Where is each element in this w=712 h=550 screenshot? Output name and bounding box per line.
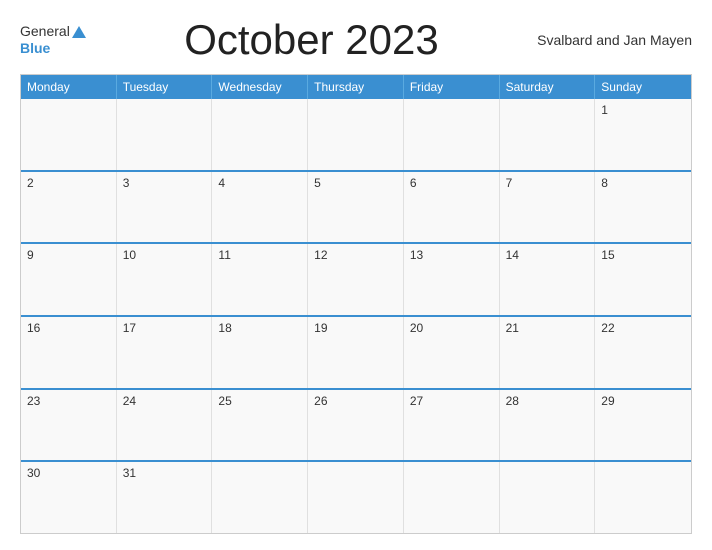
calendar-cell: 28 <box>500 390 596 461</box>
day-number: 27 <box>410 394 423 408</box>
day-number: 8 <box>601 176 608 190</box>
week-row-3: 16 17 18 19 20 21 22 <box>21 315 691 388</box>
calendar-cell: 2 <box>21 172 117 243</box>
calendar-cell: 4 <box>212 172 308 243</box>
calendar-cell <box>308 462 404 533</box>
calendar-cell: 1 <box>595 99 691 170</box>
calendar-cell: 11 <box>212 244 308 315</box>
calendar-cell <box>212 99 308 170</box>
week-row-4: 23 24 25 26 27 28 29 <box>21 388 691 461</box>
calendar: MondayTuesdayWednesdayThursdayFridaySatu… <box>20 74 692 534</box>
day-number: 18 <box>218 321 231 335</box>
day-number: 12 <box>314 248 327 262</box>
calendar-cell <box>21 99 117 170</box>
calendar-cell: 22 <box>595 317 691 388</box>
calendar-cell: 23 <box>21 390 117 461</box>
calendar-cell: 31 <box>117 462 213 533</box>
day-number: 10 <box>123 248 136 262</box>
calendar-cell: 20 <box>404 317 500 388</box>
calendar-cell: 18 <box>212 317 308 388</box>
calendar-header: MondayTuesdayWednesdayThursdayFridaySatu… <box>21 75 691 99</box>
calendar-cell: 21 <box>500 317 596 388</box>
region-label: Svalbard and Jan Mayen <box>537 32 692 48</box>
calendar-cell <box>595 462 691 533</box>
calendar-cell: 29 <box>595 390 691 461</box>
day-number: 21 <box>506 321 519 335</box>
calendar-body: 1234567891011121314151617181920212223242… <box>21 99 691 533</box>
week-row-0: 1 <box>21 99 691 170</box>
calendar-cell: 7 <box>500 172 596 243</box>
day-number: 5 <box>314 176 321 190</box>
day-number: 30 <box>27 466 40 480</box>
day-number: 3 <box>123 176 130 190</box>
calendar-cell: 25 <box>212 390 308 461</box>
day-number: 15 <box>601 248 614 262</box>
week-row-2: 9 10 11 12 13 14 15 <box>21 242 691 315</box>
header-day-tuesday: Tuesday <box>117 75 213 99</box>
header-day-saturday: Saturday <box>500 75 596 99</box>
day-number: 22 <box>601 321 614 335</box>
header-day-friday: Friday <box>404 75 500 99</box>
header-day-wednesday: Wednesday <box>212 75 308 99</box>
day-number: 24 <box>123 394 136 408</box>
day-number: 14 <box>506 248 519 262</box>
day-number: 16 <box>27 321 40 335</box>
header-day-sunday: Sunday <box>595 75 691 99</box>
calendar-cell: 30 <box>21 462 117 533</box>
calendar-title: October 2023 <box>86 16 537 64</box>
day-number: 23 <box>27 394 40 408</box>
week-row-1: 2 3 4 5 6 7 8 <box>21 170 691 243</box>
calendar-cell: 24 <box>117 390 213 461</box>
logo-general-text: General <box>20 23 70 40</box>
day-number: 19 <box>314 321 327 335</box>
day-number: 29 <box>601 394 614 408</box>
calendar-cell: 3 <box>117 172 213 243</box>
logo: General Blue <box>20 23 86 57</box>
calendar-cell: 17 <box>117 317 213 388</box>
calendar-cell <box>212 462 308 533</box>
header-day-monday: Monday <box>21 75 117 99</box>
day-number: 6 <box>410 176 417 190</box>
day-number: 7 <box>506 176 513 190</box>
calendar-cell: 15 <box>595 244 691 315</box>
calendar-cell: 14 <box>500 244 596 315</box>
day-number: 1 <box>601 103 608 117</box>
calendar-cell: 8 <box>595 172 691 243</box>
calendar-cell: 27 <box>404 390 500 461</box>
calendar-cell <box>117 99 213 170</box>
calendar-cell: 10 <box>117 244 213 315</box>
week-row-5: 30 31 <box>21 460 691 533</box>
calendar-cell: 5 <box>308 172 404 243</box>
calendar-cell <box>500 462 596 533</box>
calendar-cell: 16 <box>21 317 117 388</box>
calendar-page: General Blue October 2023 Svalbard and J… <box>0 0 712 550</box>
header: General Blue October 2023 Svalbard and J… <box>20 16 692 64</box>
day-number: 9 <box>27 248 34 262</box>
day-number: 11 <box>218 248 230 262</box>
day-number: 25 <box>218 394 231 408</box>
calendar-cell: 13 <box>404 244 500 315</box>
calendar-cell: 26 <box>308 390 404 461</box>
calendar-cell <box>404 462 500 533</box>
day-number: 13 <box>410 248 423 262</box>
day-number: 28 <box>506 394 519 408</box>
day-number: 17 <box>123 321 136 335</box>
day-number: 31 <box>123 466 136 480</box>
calendar-cell <box>308 99 404 170</box>
calendar-cell <box>404 99 500 170</box>
calendar-cell: 6 <box>404 172 500 243</box>
calendar-cell: 19 <box>308 317 404 388</box>
calendar-cell <box>500 99 596 170</box>
day-number: 26 <box>314 394 327 408</box>
calendar-cell: 12 <box>308 244 404 315</box>
logo-blue-text: Blue <box>20 40 50 57</box>
logo-triangle-icon <box>72 26 86 38</box>
day-number: 20 <box>410 321 423 335</box>
calendar-cell: 9 <box>21 244 117 315</box>
header-day-thursday: Thursday <box>308 75 404 99</box>
day-number: 4 <box>218 176 225 190</box>
day-number: 2 <box>27 176 34 190</box>
